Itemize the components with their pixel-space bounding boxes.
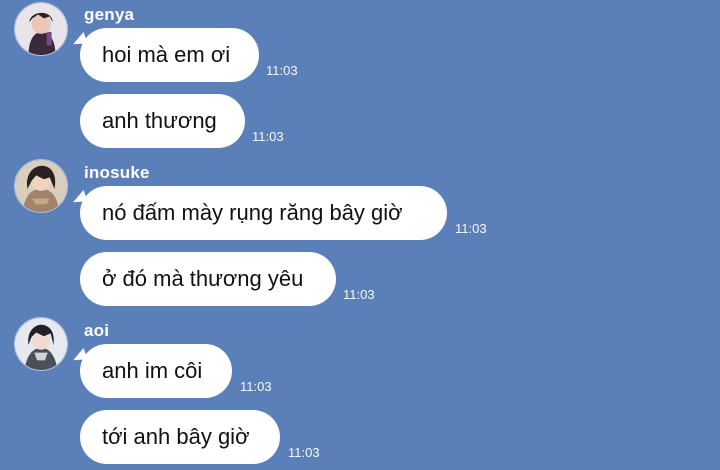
message-time: 11:03 [343, 287, 375, 302]
message-text: anh im côi [102, 358, 203, 383]
message-text: anh thương [102, 108, 217, 133]
sender-name: genya [84, 5, 135, 24]
message-text: nó đấm mày rụng răng bây giờ [102, 200, 403, 225]
message-time: 11:03 [455, 221, 487, 236]
avatar-inosuke-icon[interactable] [14, 159, 68, 213]
avatar-genya-icon[interactable] [14, 2, 68, 56]
message-time: 11:03 [252, 129, 284, 144]
message-bubble[interactable]: anh im côi [80, 344, 232, 398]
avatar-aoi-icon[interactable] [14, 317, 68, 371]
message-text: hoi mà em ơi [102, 42, 231, 67]
message-bubble[interactable]: ở đó mà thương yêu [80, 252, 336, 306]
message-time: 11:03 [240, 379, 272, 394]
sender-name: inosuke [84, 163, 150, 182]
message-time: 11:03 [288, 445, 320, 460]
message-bubble[interactable]: nó đấm mày rụng răng bây giờ [80, 186, 447, 240]
message-time: 11:03 [266, 63, 298, 78]
message-bubble[interactable]: anh thương [80, 94, 245, 148]
message-text: tới anh bây giờ [102, 424, 250, 449]
chat-thread: genya hoi mà em ơi 11:03 anh thương 11:0… [0, 0, 720, 470]
message-bubble[interactable]: tới anh bây giờ [80, 410, 280, 464]
message-text: ở đó mà thương yêu [102, 266, 304, 291]
message-bubble[interactable]: hoi mà em ơi [80, 28, 259, 82]
sender-name: aoi [84, 321, 110, 340]
